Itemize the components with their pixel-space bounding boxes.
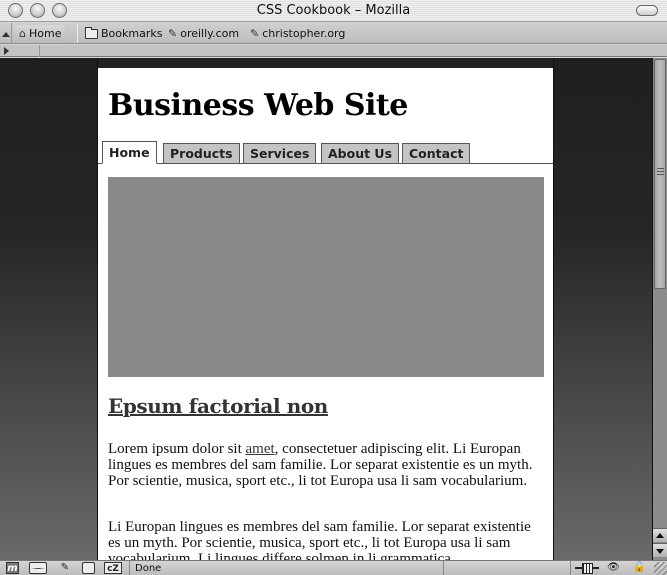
bookmarks-menu-button[interactable]: Bookmarks	[85, 25, 162, 42]
window-title: CSS Cookbook – Mozilla	[256, 3, 411, 18]
paragraph-1-text-start: Lorem ipsum dolor sit	[108, 441, 246, 457]
article-heading[interactable]: Epsum factorial non	[108, 394, 328, 418]
tab-contact[interactable]: Contact	[402, 143, 471, 164]
tab-products[interactable]: Products	[163, 143, 240, 164]
scroll-down-button[interactable]	[653, 543, 667, 557]
bookmark-icon: ✎	[168, 27, 178, 40]
vertical-scrollbar[interactable]	[652, 58, 667, 560]
status-bar: m ✎ cZ Done 👁 🔓	[0, 560, 667, 575]
mail-icon[interactable]	[29, 562, 47, 574]
tab-about-us[interactable]: About Us	[321, 143, 400, 164]
scrollbar-thumb[interactable]	[654, 59, 666, 289]
status-text: Done	[135, 563, 162, 574]
bookmarks-label: Bookmarks	[101, 27, 163, 40]
home-icon: ⌂	[19, 27, 26, 40]
grip-icon	[657, 168, 664, 176]
chatzilla-icon[interactable]: cZ	[104, 562, 122, 574]
online-icon[interactable]	[575, 562, 599, 574]
address-book-icon[interactable]	[82, 562, 95, 574]
web-page: Business Web Site Home Products Services…	[97, 58, 554, 560]
collapse-arrow-icon	[2, 32, 10, 37]
mozilla-icon[interactable]: m	[6, 562, 19, 574]
site-title: Business Web Site	[108, 88, 408, 123]
content-viewport: Business Web Site Home Products Services…	[0, 58, 652, 560]
page-top-band	[98, 58, 553, 68]
status-separator	[443, 561, 444, 575]
status-separator	[129, 561, 130, 575]
scroll-up-button[interactable]	[653, 528, 667, 542]
expand-arrow-icon	[4, 47, 9, 55]
bookmark-oreilly[interactable]: ✎ oreilly.com	[168, 25, 239, 42]
bookmark-label: oreilly.com	[180, 27, 240, 40]
privacy-icon[interactable]: 👁	[607, 562, 625, 574]
folder-icon	[85, 26, 98, 39]
amet-link[interactable]: amet	[246, 441, 275, 457]
toolbar-collapse-grip[interactable]	[0, 23, 12, 43]
composer-icon[interactable]: ✎	[55, 562, 75, 574]
resize-grip[interactable]	[654, 562, 667, 575]
bookmark-christopher[interactable]: ✎ christopher.org	[250, 25, 345, 42]
bookmark-icon: ✎	[250, 27, 260, 40]
personal-toolbar: ⌂ Home Bookmarks ✎ oreilly.com ✎ christo…	[0, 23, 667, 44]
paragraph-1: Lorem ipsum dolor sit amet, consectetuer…	[108, 441, 544, 489]
window-titlebar: CSS Cookbook – Mozilla	[0, 0, 667, 22]
security-lock-icon[interactable]: 🔓	[633, 562, 647, 574]
site-navigation-tabs: Home Products Services About Us Contact	[98, 141, 553, 164]
toolbar-toggle-button[interactable]	[636, 5, 658, 16]
tab-services[interactable]: Services	[243, 143, 317, 164]
bookmark-label: christopher.org	[262, 27, 346, 40]
sidebar-toggle-row	[0, 45, 667, 57]
paragraph-2: Li Europan lingues es membres del sam fa…	[108, 519, 531, 560]
home-button[interactable]: ⌂ Home	[15, 25, 66, 42]
toolbar-separator	[77, 24, 78, 43]
hero-image-placeholder	[108, 177, 544, 377]
home-label: Home	[28, 27, 62, 40]
status-separator	[570, 561, 571, 575]
sidebar-toggle-button[interactable]	[0, 45, 40, 57]
tab-home[interactable]: Home	[102, 141, 157, 164]
